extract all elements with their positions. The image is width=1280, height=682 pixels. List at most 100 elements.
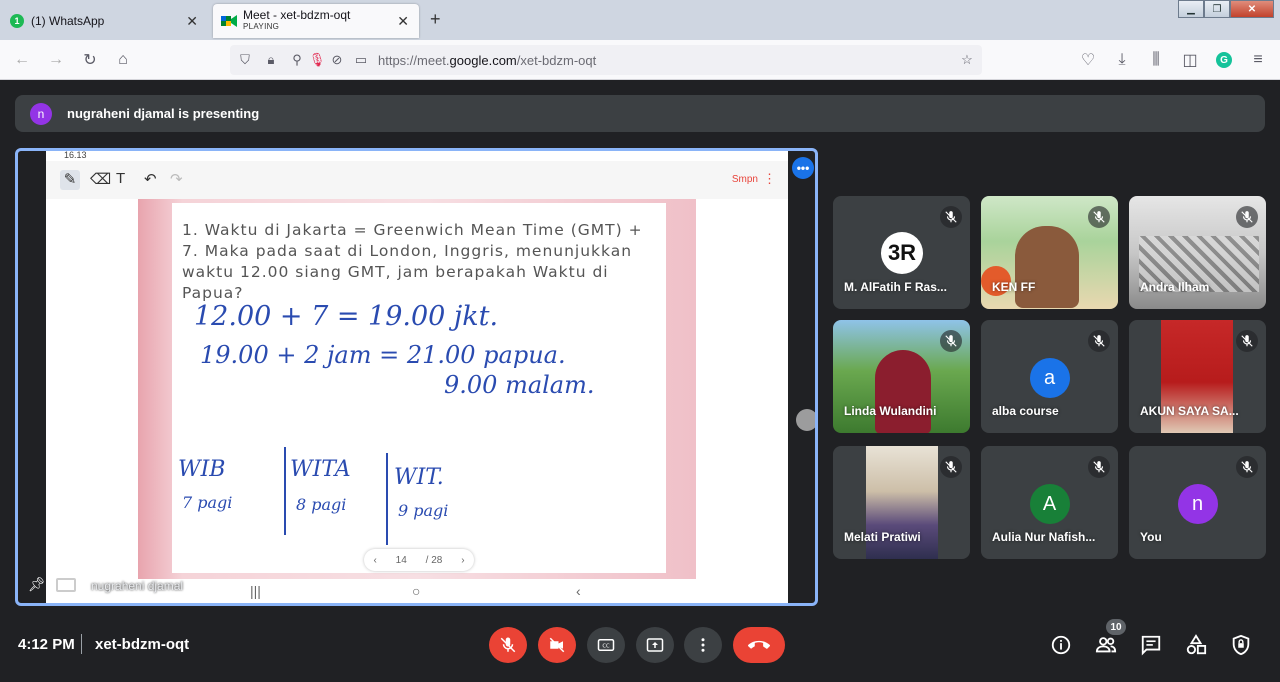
participant-name: Melati Pratiwi bbox=[844, 530, 921, 544]
lock-icon[interactable]: 🔒︎ bbox=[262, 51, 280, 69]
captions-button[interactable]: CC bbox=[587, 627, 625, 663]
forward-icon[interactable]: → bbox=[46, 50, 66, 70]
home-icon[interactable]: ⌂ bbox=[113, 50, 133, 70]
home-circle-icon: ○ bbox=[412, 583, 421, 599]
more-options-button[interactable] bbox=[684, 627, 722, 663]
mic-off-icon bbox=[1236, 330, 1258, 352]
chevron-left-icon[interactable]: ‹ bbox=[373, 555, 376, 566]
mic-off-icon bbox=[1088, 206, 1110, 228]
new-tab-icon[interactable]: + bbox=[430, 9, 441, 30]
present-screen-button[interactable] bbox=[636, 627, 674, 663]
presenter-avatar: n bbox=[30, 102, 52, 125]
handwriting-label: WIT. bbox=[394, 465, 444, 490]
participant-tile[interactable]: KEN FF bbox=[981, 196, 1118, 309]
close-icon[interactable]: ✕ bbox=[397, 13, 409, 30]
bookmark-star-icon[interactable]: ☆ bbox=[958, 51, 976, 69]
captions-icon: CC bbox=[597, 639, 615, 651]
edit-fab-icon[interactable] bbox=[796, 409, 815, 431]
permissions-icon[interactable]: ⚲ bbox=[288, 51, 306, 69]
navigation-bar: ← → ↻ ⌂ ⛉ 🔒︎ ⚲ 🎙︎ ⊘ ▭ https://meet.googl… bbox=[0, 40, 1280, 80]
minimize-icon[interactable]: ▁ bbox=[1178, 0, 1204, 18]
participant-tile[interactable]: Andra Ilham bbox=[1129, 196, 1266, 309]
close-icon[interactable]: ✕ bbox=[186, 13, 198, 30]
tab-whatsapp[interactable]: 1 (1) WhatsApp ✕ bbox=[0, 4, 208, 38]
participants-button[interactable] bbox=[1093, 632, 1119, 658]
download-icon[interactable]: ⤓ bbox=[1112, 50, 1132, 70]
activities-button[interactable] bbox=[1183, 632, 1209, 658]
participant-tile[interactable]: AKUN SAYA SA... bbox=[1129, 320, 1266, 433]
toggle-camera-button[interactable] bbox=[538, 627, 576, 663]
url-bar[interactable]: ⛉ 🔒︎ ⚲ 🎙︎ ⊘ ▭ https://meet.google.com/xe… bbox=[230, 45, 982, 75]
sidebar-icon[interactable]: ◫ bbox=[1180, 50, 1200, 70]
mic-off-icon bbox=[940, 456, 962, 478]
toggle-microphone-button[interactable] bbox=[489, 627, 527, 663]
microphone-icon[interactable]: 🎙︎ bbox=[308, 51, 326, 69]
tab-meet[interactable]: Meet - xet-bdzm-oqt PLAYING ✕ bbox=[213, 4, 419, 38]
pen-icon[interactable]: ✎ bbox=[60, 170, 80, 190]
svg-text:CC: CC bbox=[602, 643, 610, 649]
more-vert-icon[interactable]: ⋮ bbox=[763, 171, 776, 187]
participant-count-badge: 10 bbox=[1106, 619, 1126, 635]
eraser-icon[interactable]: ⌫ bbox=[90, 170, 111, 188]
presenting-banner: n nugraheni djamal is presenting bbox=[15, 95, 1265, 132]
shared-screen: 16.13 ✎ ⌫ T ↶ ↷ Smpn ⋮ 1. Waktu di Jakar… bbox=[46, 151, 815, 603]
reload-icon[interactable]: ↻ bbox=[80, 50, 100, 70]
handwriting-label: 7 pagi bbox=[182, 493, 233, 512]
back-icon[interactable]: ← bbox=[12, 50, 32, 70]
pin-icon[interactable]: 📌︎ bbox=[28, 576, 46, 593]
handwriting-label: WIB bbox=[178, 457, 226, 482]
page-current: 14 bbox=[395, 554, 407, 566]
participant-name: Aulia Nur Nafish... bbox=[992, 530, 1096, 544]
chat-button[interactable] bbox=[1138, 632, 1164, 658]
presentation-stage[interactable]: 16.13 ✎ ⌫ T ↶ ↷ Smpn ⋮ 1. Waktu di Jakar… bbox=[15, 148, 818, 606]
undo-icon[interactable]: ↶ bbox=[144, 170, 157, 188]
pocket-icon[interactable]: ♡ bbox=[1078, 50, 1098, 70]
reader-icon[interactable]: ▭ bbox=[352, 51, 370, 69]
participant-tile[interactable]: Melati Pratiwi bbox=[833, 446, 970, 559]
maximize-icon[interactable]: ❐ bbox=[1204, 0, 1230, 18]
handwriting-line: 12.00 + 7 = 19.00 jkt. bbox=[194, 301, 499, 332]
shield-lock-icon bbox=[1232, 634, 1250, 656]
presenting-text: nugraheni djamal is presenting bbox=[67, 106, 260, 121]
info-icon bbox=[1051, 635, 1071, 655]
leave-call-button[interactable] bbox=[733, 627, 785, 663]
participant-video bbox=[1015, 226, 1079, 308]
app-label: Smpn bbox=[731, 174, 758, 185]
mic-off-icon bbox=[940, 206, 962, 228]
shrink-icon[interactable] bbox=[56, 578, 76, 592]
text-tool-icon[interactable]: T bbox=[116, 170, 125, 187]
page-navigator: ‹ 14 / 28 › bbox=[364, 549, 474, 571]
handwriting-divider bbox=[386, 453, 388, 545]
question-text: 1. Waktu di Jakarta = Greenwich Mean Tim… bbox=[182, 221, 643, 302]
browser-tab-strip: 1 (1) WhatsApp ✕ Meet - xet-bdzm-oqt PLA… bbox=[0, 0, 1280, 40]
participant-avatar: a bbox=[1029, 358, 1070, 398]
camera-off-icon bbox=[549, 637, 565, 653]
more-vert-icon bbox=[701, 638, 705, 652]
more-options-icon[interactable]: ••• bbox=[792, 157, 814, 179]
camera-blocked-icon[interactable]: ⊘ bbox=[328, 51, 346, 69]
library-icon[interactable]: ⫼ bbox=[1146, 50, 1166, 70]
menu-icon[interactable]: ≡ bbox=[1248, 50, 1268, 70]
meeting-clock: 4:12 PM bbox=[18, 636, 75, 653]
chevron-right-icon[interactable]: › bbox=[461, 555, 464, 566]
back-arrow-icon: ‹ bbox=[576, 583, 581, 599]
participant-logo-icon: 3R bbox=[881, 232, 923, 274]
host-controls-button[interactable] bbox=[1228, 632, 1254, 658]
participant-tile[interactable]: Linda Wulandini bbox=[833, 320, 970, 433]
participant-tile[interactable]: 3R M. AlFatih F Ras... bbox=[833, 196, 970, 309]
shield-icon[interactable]: ⛉ bbox=[236, 51, 254, 69]
url-text[interactable]: https://meet.google.com/xet-bdzm-oqt bbox=[378, 53, 596, 68]
grammarly-icon[interactable]: G bbox=[1214, 50, 1234, 70]
participant-tile[interactable]: A Aulia Nur Nafish... bbox=[981, 446, 1118, 559]
window-controls: ▁ ❐ ✕ bbox=[1178, 0, 1274, 18]
participant-tile[interactable]: n You bbox=[1129, 446, 1266, 559]
meeting-details-button[interactable] bbox=[1048, 632, 1074, 658]
participant-name: Linda Wulandini bbox=[844, 404, 937, 418]
redo-icon[interactable]: ↷ bbox=[170, 170, 183, 188]
participant-name: M. AlFatih F Ras... bbox=[844, 280, 947, 294]
participant-tile[interactable]: a alba course bbox=[981, 320, 1118, 433]
handwriting-label: 8 pagi bbox=[296, 495, 347, 514]
window-close-icon[interactable]: ✕ bbox=[1230, 0, 1274, 18]
people-icon bbox=[1095, 637, 1117, 653]
participant-name: You bbox=[1140, 530, 1162, 544]
